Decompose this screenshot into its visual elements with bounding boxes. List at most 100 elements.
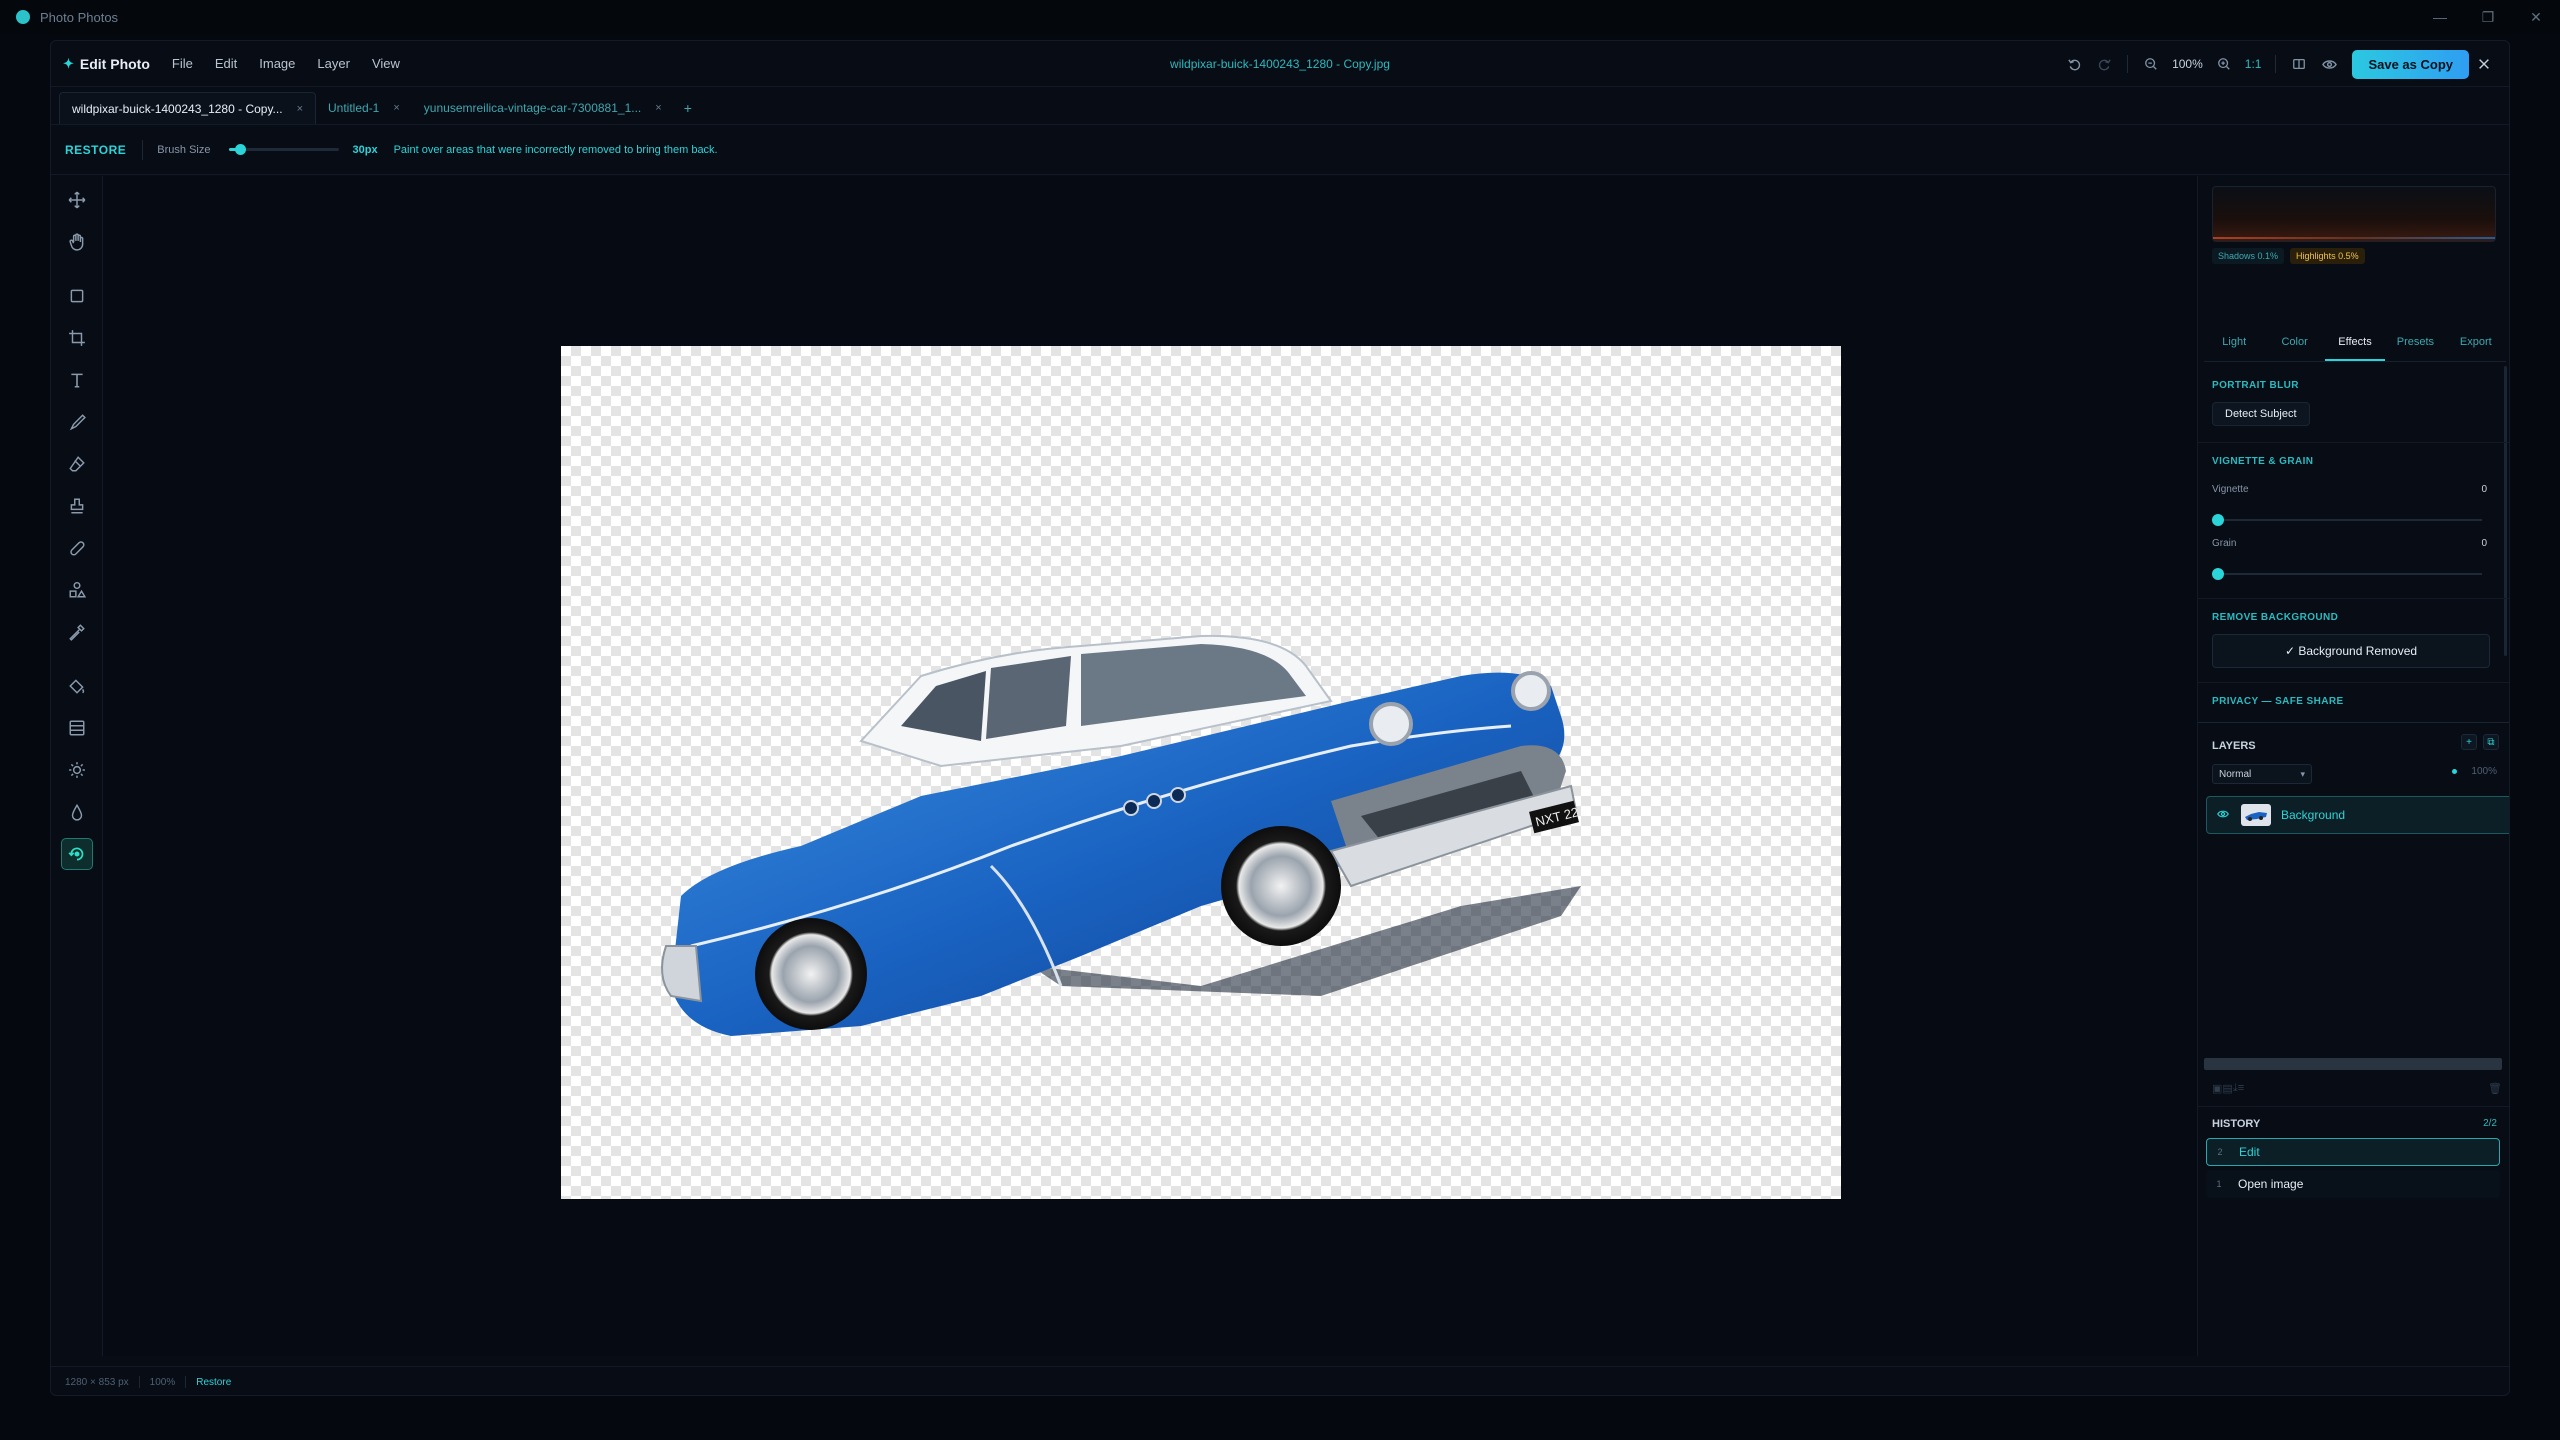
menu-image[interactable]: Image xyxy=(259,56,295,71)
close-tab-icon[interactable]: × xyxy=(297,103,303,115)
shapes-icon[interactable] xyxy=(61,574,93,606)
top-right-toolbar: 100% 1:1 Save as Copy xyxy=(2059,41,2499,87)
menu-edit[interactable]: Edit xyxy=(215,56,237,71)
status-zoom: 100% xyxy=(149,1376,176,1388)
grain-label: Grain xyxy=(2212,538,2237,549)
eraser-icon[interactable] xyxy=(61,448,93,480)
history-item[interactable]: 2 Edit xyxy=(2206,1138,2500,1166)
compare-icon[interactable] xyxy=(2284,49,2314,79)
blend-mode-select[interactable]: Normal ▾ xyxy=(2212,764,2312,784)
close-tab-icon[interactable]: × xyxy=(393,102,399,114)
brand: ✦ Edit Photo xyxy=(63,56,150,72)
grain-slider[interactable] xyxy=(2212,568,2482,580)
brush-size-label: Brush Size xyxy=(157,143,211,156)
zoom-out-icon[interactable] xyxy=(2136,49,2166,79)
gradient-icon[interactable] xyxy=(61,712,93,744)
adjust-icon[interactable] xyxy=(61,754,93,786)
mask-icon[interactable]: ▣ xyxy=(2212,1082,2222,1095)
blur-icon[interactable] xyxy=(61,796,93,828)
layer-row[interactable]: Background xyxy=(2206,796,2509,834)
close-editor-icon[interactable] xyxy=(2469,49,2499,79)
section-divider xyxy=(2198,1106,2509,1107)
close-window-button[interactable]: ✕ xyxy=(2512,0,2560,34)
section-divider xyxy=(2198,682,2509,683)
move-icon[interactable] xyxy=(61,184,93,216)
tab-presets[interactable]: Presets xyxy=(2385,328,2445,361)
layer-opacity[interactable]: 100% xyxy=(2452,766,2497,777)
zoom-in-icon[interactable] xyxy=(2209,49,2239,79)
save-as-copy-button[interactable]: Save as Copy xyxy=(2352,49,2469,79)
layer-footer-actions: ▣ ▤ ⤓ ≡ 🗑 xyxy=(2212,1082,2502,1095)
restore-icon[interactable] xyxy=(61,838,93,870)
maximize-button[interactable]: ❐ xyxy=(2464,0,2512,34)
opacity-handle[interactable] xyxy=(2452,769,2458,774)
menu-bar: File Edit Image Layer View xyxy=(172,56,422,71)
tab-label: Untitled-1 xyxy=(328,101,380,115)
vignette-slider[interactable] xyxy=(2212,514,2482,526)
tab-color[interactable]: Color xyxy=(2264,328,2324,361)
histogram-curve xyxy=(2213,237,2495,239)
stamp-icon[interactable] xyxy=(61,490,93,522)
layer-thumbnail xyxy=(2241,804,2271,826)
top-bar: ✦ Edit Photo File Edit Image Layer View … xyxy=(51,41,2509,87)
app-logo-icon xyxy=(16,10,30,24)
history-step-number: 1 xyxy=(2216,1179,2222,1189)
tab-document[interactable]: yunusemreilica-vintage-car-7300881_1... … xyxy=(412,92,674,124)
menu-view[interactable]: View xyxy=(372,56,400,71)
new-tab-icon[interactable]: + xyxy=(674,92,702,124)
duplicate-layer-icon[interactable]: ⧉ xyxy=(2483,734,2499,750)
menu-layer[interactable]: Layer xyxy=(317,56,350,71)
brush-size-handle[interactable] xyxy=(234,144,246,155)
minimize-button[interactable]: — xyxy=(2416,0,2464,34)
vignette-grain-heading: VIGNETTE & GRAIN xyxy=(2212,456,2314,467)
vignette-handle[interactable] xyxy=(2212,514,2224,526)
visibility-eye-icon[interactable] xyxy=(2217,808,2231,823)
redo-icon[interactable] xyxy=(2089,49,2119,79)
chevron-down-icon: ▾ xyxy=(2300,768,2305,779)
panel-tabs: Light Color Effects Presets Export xyxy=(2204,328,2506,362)
toolbar-divider xyxy=(2127,55,2129,73)
text-icon[interactable] xyxy=(61,364,93,396)
delete-layer-icon[interactable]: 🗑 xyxy=(2488,1082,2502,1095)
panel-scrollbar[interactable] xyxy=(2504,366,2507,656)
background-removed-button[interactable]: ✓ Background Removed xyxy=(2212,634,2490,668)
vignette-value: 0 xyxy=(2481,484,2487,495)
close-tab-icon[interactable]: × xyxy=(655,102,661,114)
image-dimensions: 1280 × 853 px xyxy=(65,1376,129,1388)
shadows-badge[interactable]: Shadows 0.1% xyxy=(2212,248,2285,264)
status-mode: Restore xyxy=(196,1376,232,1388)
grain-handle[interactable] xyxy=(2212,568,2224,580)
tab-label: yunusemreilica-vintage-car-7300881_1... xyxy=(423,101,642,115)
heal-icon[interactable] xyxy=(61,532,93,564)
tab-document[interactable]: wildpixar-buick-1400243_1280 - Copy... × xyxy=(59,92,316,124)
hand-icon[interactable] xyxy=(61,226,93,258)
highlights-badge[interactable]: Highlights 0.5% xyxy=(2290,248,2365,264)
toolbar-divider xyxy=(2275,55,2277,73)
history-item[interactable]: 1 Open image xyxy=(2206,1170,2500,1198)
actual-size-button[interactable]: 1:1 xyxy=(2239,57,2268,71)
add-layer-icon[interactable]: + xyxy=(2461,734,2477,750)
preview-eye-icon[interactable] xyxy=(2314,49,2344,79)
detect-subject-button[interactable]: Detect Subject xyxy=(2212,402,2310,426)
tool-hint: Paint over areas that were incorrectly r… xyxy=(393,143,718,156)
tab-export[interactable]: Export xyxy=(2446,328,2506,361)
canvas-area[interactable]: NXT 22 xyxy=(103,176,2248,1356)
group-icon[interactable]: ▤ xyxy=(2222,1082,2232,1095)
undo-icon[interactable] xyxy=(2059,49,2089,79)
menu-file[interactable]: File xyxy=(172,56,193,71)
tab-effects[interactable]: Effects xyxy=(2324,328,2386,361)
marquee-icon[interactable] xyxy=(61,280,93,312)
tab-document[interactable]: Untitled-1 × xyxy=(316,92,412,124)
brush-size-slider[interactable] xyxy=(228,144,339,155)
tool-rail xyxy=(51,176,103,1356)
fill-icon[interactable] xyxy=(61,670,93,702)
tool-options-bar: RESTORE Brush Size 30px Paint over areas… xyxy=(51,125,2509,175)
crop-icon[interactable] xyxy=(61,322,93,354)
layers-scrollbar[interactable] xyxy=(2204,1058,2502,1070)
image-canvas[interactable]: NXT 22 xyxy=(561,346,1841,1199)
history-step-label: Open image xyxy=(2238,1177,2304,1191)
brush-icon[interactable] xyxy=(61,406,93,438)
tab-light[interactable]: Light xyxy=(2204,328,2264,361)
layer-header-actions: + ⧉ xyxy=(2455,734,2499,750)
eyedropper-icon[interactable] xyxy=(61,616,93,648)
